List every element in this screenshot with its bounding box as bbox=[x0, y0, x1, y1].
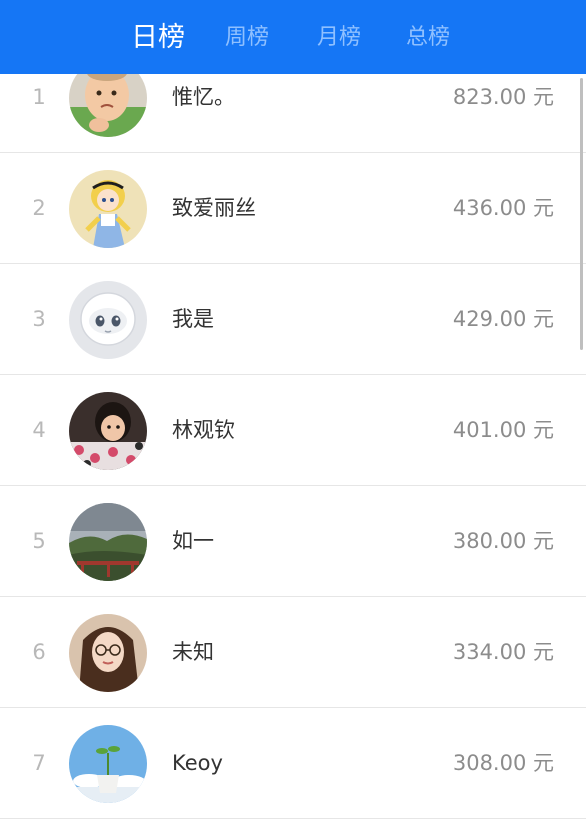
rank-number: 6 bbox=[32, 640, 46, 664]
woman-avatar bbox=[69, 614, 147, 692]
ranking-row[interactable]: 5 如一 380.00 元 bbox=[0, 486, 586, 597]
girl-avatar bbox=[69, 392, 147, 470]
rank-number: 3 bbox=[32, 307, 46, 331]
ranking-row[interactable]: 3 我是 429.00 元 bbox=[0, 264, 586, 375]
scrollbar[interactable] bbox=[580, 78, 583, 350]
sprout-avatar bbox=[69, 725, 147, 803]
ranking-row[interactable]: 4 林观钦 401.00 元 bbox=[0, 375, 586, 486]
rank-number: 2 bbox=[32, 196, 46, 220]
ranking-row[interactable]: 6 未知 334.00 元 bbox=[0, 597, 586, 708]
tab-weekly[interactable]: 周榜 bbox=[225, 0, 269, 74]
amount-value: 436.00 元 bbox=[452, 196, 554, 220]
landscape-avatar bbox=[69, 503, 147, 581]
robot-avatar bbox=[69, 281, 147, 359]
user-name: 林观钦 bbox=[172, 418, 235, 442]
ranking-list[interactable]: 1 惟忆。 823.00 元 2 致爱丽丝 436.00 元 3 我是 429.… bbox=[0, 42, 586, 829]
user-name: 如一 bbox=[172, 529, 214, 553]
ranking-row[interactable]: 2 致爱丽丝 436.00 元 bbox=[0, 153, 586, 264]
amount-value: 429.00 元 bbox=[452, 307, 554, 331]
amount-value: 401.00 元 bbox=[452, 418, 554, 442]
alice-avatar bbox=[69, 170, 147, 248]
rank-number: 7 bbox=[32, 751, 46, 775]
ranking-row[interactable]: 7 Keoy 308.00 元 bbox=[0, 708, 586, 819]
tab-monthly[interactable]: 月榜 bbox=[317, 0, 361, 74]
user-name: 未知 bbox=[172, 640, 214, 664]
tab-daily[interactable]: 日榜 bbox=[131, 0, 185, 74]
amount-value: 334.00 元 bbox=[452, 640, 554, 664]
tab-total[interactable]: 总榜 bbox=[406, 0, 450, 74]
header-bar: 日榜 周榜 月榜 总榜 bbox=[0, 0, 586, 74]
rank-number: 5 bbox=[32, 529, 46, 553]
user-name: 我是 bbox=[172, 307, 214, 331]
user-name: 致爱丽丝 bbox=[172, 196, 256, 220]
user-name: Keoy bbox=[172, 751, 223, 775]
amount-value: 380.00 元 bbox=[452, 529, 554, 553]
leaderboard-screen: 1 惟忆。 823.00 元 2 致爱丽丝 436.00 元 3 我是 429.… bbox=[0, 0, 586, 829]
amount-value: 308.00 元 bbox=[452, 751, 554, 775]
rank-number: 4 bbox=[32, 418, 46, 442]
